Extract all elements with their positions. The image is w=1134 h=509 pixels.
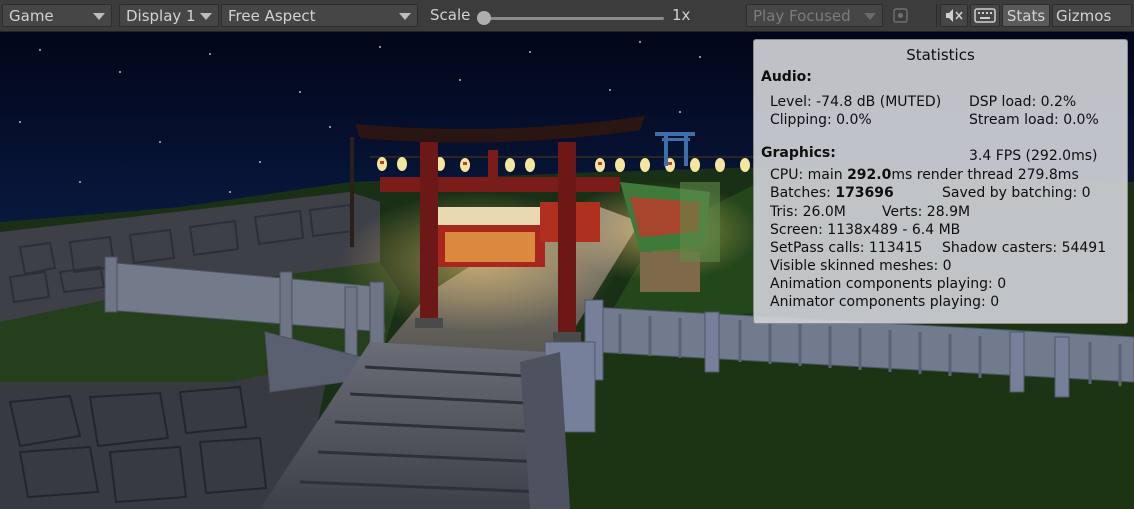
graphics-fps: 3.4 FPS (292.0ms) [969,148,1098,164]
chevron-down-icon [399,13,411,20]
maximize-button[interactable] [888,4,914,27]
audio-stream-load: Stream load: 0.0% [969,112,1099,128]
audio-dsp-load: DSP load: 0.2% [969,94,1077,110]
graphics-verts: Verts: 28.9M [882,204,971,220]
graphics-animation-components: Animation components playing: 0 [770,276,1007,292]
aspect-label: Free Aspect [228,7,316,25]
aspect-dropdown[interactable]: Free Aspect [221,4,418,27]
cpu-main-value: 292.0 [847,167,892,183]
chevron-down-icon [93,13,105,20]
audio-mute-icon [946,9,963,22]
graphics-animator-components: Animator components playing: 0 [770,294,1000,310]
batches-prefix: Batches: [770,185,836,201]
display-label: Display 1 [126,7,196,25]
audio-heading: Audio: [761,69,812,85]
chevron-down-icon [864,13,876,20]
audio-clipping: Clipping: 0.0% [770,112,872,128]
play-mode-dropdown[interactable]: Play Focused [746,4,883,27]
stats-title: Statistics [906,46,975,64]
audio-level: Level: -74.8 dB (MUTED) [770,94,942,110]
scale-label: Scale [430,6,471,24]
batches-value: 173696 [835,185,894,201]
keyboard-icon [974,8,996,23]
game-view-toolbar: Game Display 1 Free Aspect Scale 1x Play… [0,0,1134,32]
graphics-shadow-casters: Shadow casters: 54491 [942,240,1107,256]
view-type-label: Game [9,7,54,25]
graphics-screen: Screen: 1138x489 - 6.4 MB [770,222,961,238]
graphics-cpu: CPU: main 292.0ms render thread 279.8ms [770,167,1079,183]
stats-button[interactable]: Stats [1002,4,1050,27]
graphics-visible-skinned: Visible skinned meshes: 0 [770,258,952,274]
cpu-prefix: CPU: main [770,167,848,183]
game-view-window: Game Display 1 Free Aspect Scale 1x Play… [0,0,1134,509]
scale-slider-thumb[interactable] [477,11,491,25]
statistics-panel: Statistics Audio: Level: -74.8 dB (MUTED… [753,39,1128,324]
toolbar-separator [936,4,937,27]
graphics-batches: Batches: 173696 [770,185,894,201]
scale-slider-track[interactable] [484,17,664,20]
scale-value: 1x [672,6,691,24]
graphics-setpass: SetPass calls: 113415 [770,240,923,256]
gizmos-button[interactable]: Gizmos [1052,4,1132,27]
play-mode-label: Play Focused [753,7,851,25]
graphics-saved-by-batching: Saved by batching: 0 [942,185,1091,201]
graphics-heading: Graphics: [761,145,836,161]
display-dropdown[interactable]: Display 1 [119,4,219,27]
keyboard-shortcuts-button[interactable] [970,4,1000,27]
chevron-down-icon [200,13,212,20]
mute-audio-button[interactable] [940,4,968,27]
maximize-icon [893,8,908,23]
view-type-dropdown[interactable]: Game [2,4,112,27]
cpu-suffix: ms render thread 279.8ms [891,167,1079,183]
graphics-tris: Tris: 26.0M [770,204,846,220]
gizmos-label: Gizmos [1056,7,1112,25]
